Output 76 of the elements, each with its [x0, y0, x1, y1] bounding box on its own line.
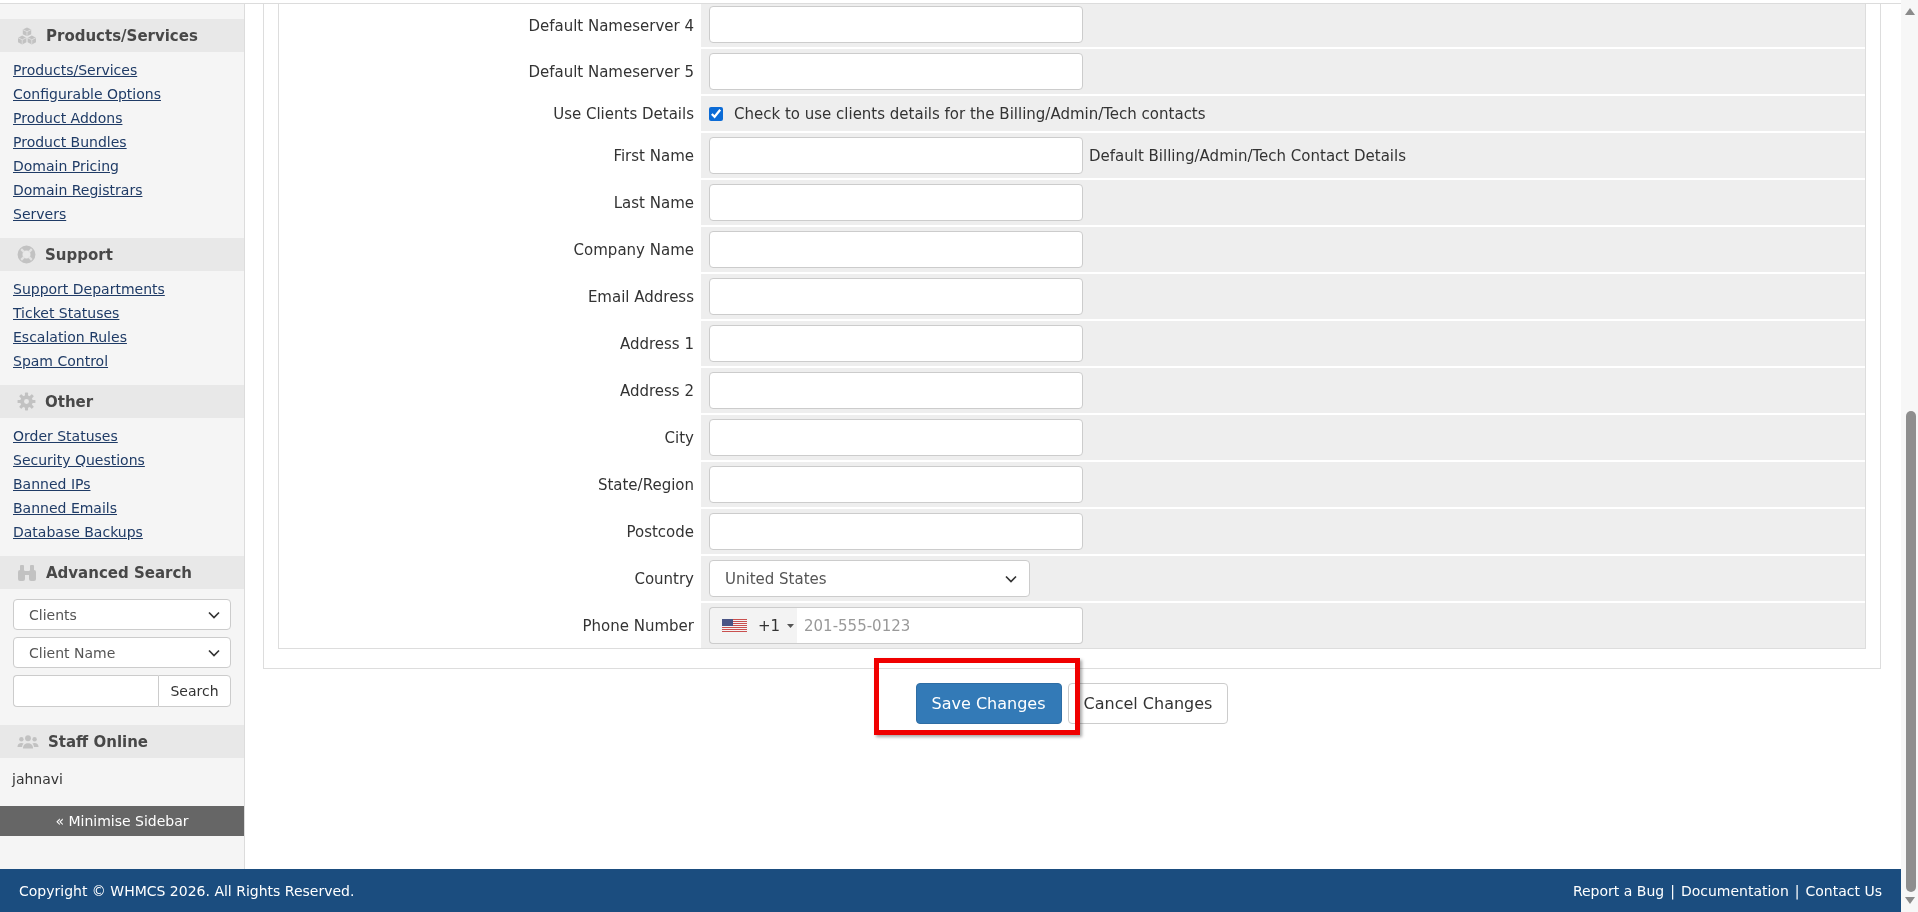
scrollbar-thumb[interactable] [1905, 411, 1916, 892]
field-label: Company Name [573, 240, 694, 259]
sidebar-link[interactable]: Order Statuses [13, 424, 118, 448]
field-label: Address 1 [619, 334, 694, 353]
checkbox-label: Check to use clients details for the Billing/Admin/Tech contacts [734, 104, 1206, 123]
text-input[interactable] [709, 419, 1083, 456]
section-title: Advanced Search [46, 563, 192, 582]
section-title: Staff Online [48, 732, 149, 751]
footer-link[interactable]: Documentation [1680, 882, 1789, 899]
link-separator: | [1670, 882, 1675, 899]
search-button[interactable]: Search [158, 675, 231, 707]
scroll-up-icon[interactable] [1904, 8, 1915, 15]
field-label: First Name [613, 146, 694, 165]
text-input[interactable] [709, 184, 1083, 221]
sidebar-link[interactable]: Products/Services [13, 58, 138, 82]
search-input[interactable] [13, 675, 158, 707]
cancel-button[interactable]: Cancel Changes [1067, 683, 1229, 724]
sidebar-link[interactable]: Ticket Statuses [13, 301, 120, 325]
footer-link[interactable]: Report a Bug [1572, 882, 1665, 899]
field-label: Last Name [613, 193, 694, 212]
text-input[interactable] [709, 137, 1083, 174]
field-select[interactable]: Client Name [13, 637, 231, 668]
save-button[interactable]: Save Changes [915, 683, 1062, 724]
field-label: State/Region [597, 475, 694, 494]
country-select[interactable]: United States [709, 560, 1030, 597]
footer-link[interactable]: Contact Us [1805, 882, 1882, 899]
sidebar-link[interactable]: Product Addons [13, 106, 123, 130]
sidebar-link[interactable]: Domain Pricing [13, 154, 119, 178]
sidebar-link[interactable]: Database Backups [13, 520, 143, 544]
sidebar-link[interactable]: Banned IPs [13, 472, 91, 496]
field-label: Use Clients Details [553, 104, 694, 123]
field-label: Email Address [587, 287, 694, 306]
text-input[interactable] [709, 53, 1083, 90]
copyright-text: Copyright © WHMCS 2026. All Rights Reserved. [19, 882, 355, 899]
cubes-icon [17, 26, 37, 45]
text-input[interactable] [709, 231, 1083, 268]
chevron-down-icon [208, 648, 220, 657]
sidebar-link[interactable]: Banned Emails [13, 496, 117, 520]
sidebar-link[interactable]: Security Questions [13, 448, 145, 472]
staff-name: jahnavi [12, 770, 64, 789]
binoculars-icon [17, 563, 37, 582]
field-label: Postcode [626, 522, 694, 541]
scroll-down-icon[interactable] [1904, 897, 1915, 904]
sidebar-link[interactable]: Configurable Options [13, 82, 161, 106]
section-title: Other [45, 392, 94, 411]
users-icon [17, 734, 39, 749]
chevron-down-icon [208, 610, 220, 619]
text-input[interactable] [709, 372, 1083, 409]
field-note: Default Billing/Admin/Tech Contact Details [1089, 146, 1406, 165]
text-input[interactable] [709, 325, 1083, 362]
field-label: Country [634, 569, 694, 588]
sidebar-link[interactable]: Domain Registrars [13, 178, 143, 202]
field-label: Default Nameserver 5 [528, 62, 694, 81]
section-title: Products/Services [46, 26, 198, 45]
field-label: Address 2 [619, 381, 694, 400]
sidebar-link[interactable]: Escalation Rules [13, 325, 127, 349]
text-input[interactable] [709, 513, 1083, 550]
link-separator: | [1794, 882, 1800, 899]
text-input[interactable] [709, 278, 1083, 315]
category-select[interactable]: Clients [13, 599, 231, 630]
lifebuoy-icon [17, 245, 36, 264]
scrollbar-track[interactable] [1901, 0, 1918, 912]
field-label: City [664, 428, 694, 447]
text-input[interactable] [709, 6, 1083, 43]
checkbox[interactable] [709, 106, 723, 121]
sidebar-link[interactable]: Support Departments [13, 277, 165, 301]
sidebar-link[interactable]: Servers [13, 202, 67, 226]
chevron-down-icon [1005, 574, 1017, 583]
minimise-sidebar-button[interactable]: « Minimise Sidebar [0, 806, 244, 836]
text-input[interactable] [709, 466, 1083, 503]
field-label: Phone Number [582, 616, 694, 635]
section-title: Support [45, 245, 113, 264]
sidebar-link[interactable]: Spam Control [13, 349, 109, 373]
field-label: Default Nameserver 4 [528, 16, 694, 35]
sidebar-link[interactable]: Product Bundles [13, 130, 127, 154]
gear-icon [17, 392, 36, 411]
